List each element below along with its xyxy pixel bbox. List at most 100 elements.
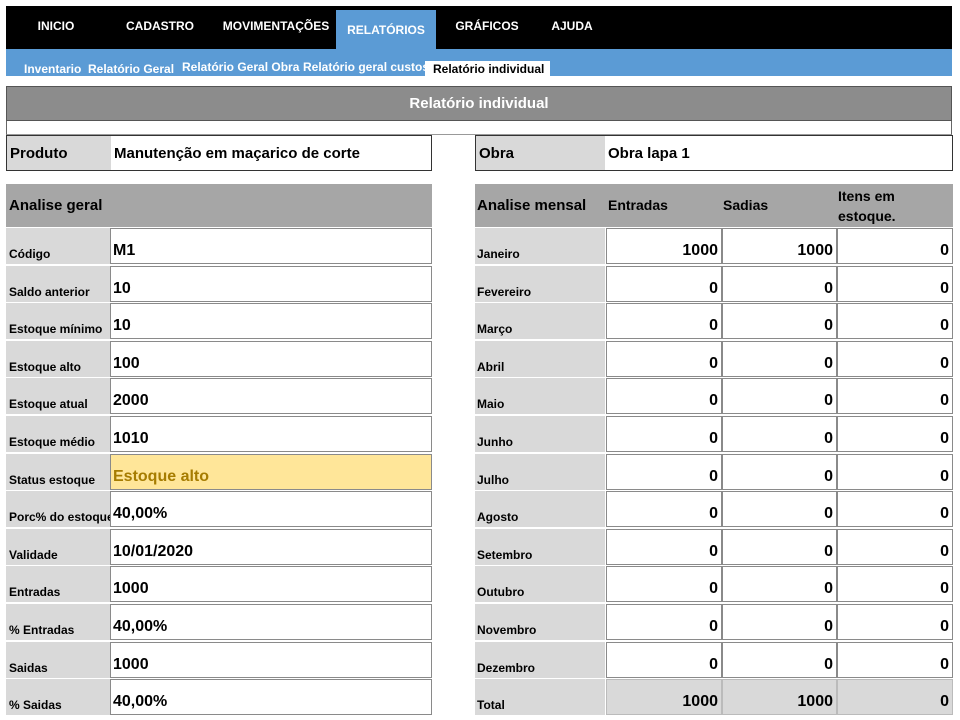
month-saidas-value[interactable]: 0 — [722, 266, 837, 302]
status-estoque-value[interactable]: Estoque alto — [110, 454, 432, 490]
month-saidas-value[interactable]: 0 — [722, 529, 837, 565]
sub-nav: Inventario Relatório Geral Relatório Ger… — [6, 49, 952, 80]
month-itens-value[interactable]: 0 — [837, 303, 953, 339]
geral-row-label: Estoque médio — [6, 416, 110, 452]
tab-relatorio-individual[interactable]: Relatório individual — [425, 61, 551, 80]
geral-row-label: Estoque mínimo — [6, 303, 110, 339]
month-entradas-value[interactable]: 0 — [606, 303, 722, 339]
nav-inicio[interactable]: INICIO — [28, 6, 84, 49]
month-label: Junho — [475, 416, 605, 452]
total-entradas-value: 1000 — [606, 679, 722, 715]
geral-row-label: Estoque alto — [6, 341, 110, 377]
month-entradas-value[interactable]: 0 — [606, 341, 722, 377]
title-divider — [6, 121, 952, 135]
tab-relatorio-geral-custos[interactable]: Relatório geral custos — [303, 60, 429, 74]
month-label: Janeiro — [475, 228, 605, 264]
geral-row-value[interactable]: 1010 — [110, 416, 432, 452]
month-label: Fevereiro — [475, 266, 605, 302]
geral-row-label: % Saidas — [6, 679, 110, 715]
nav-movimentacoes[interactable]: MOVIMENTAÇÕES — [216, 6, 336, 49]
produto-label: Produto — [7, 136, 111, 170]
month-entradas-value[interactable]: 0 — [606, 491, 722, 527]
month-itens-value[interactable]: 0 — [837, 454, 953, 490]
nav-relatorios[interactable]: RELATÓRIOS — [336, 10, 436, 53]
geral-row-value[interactable]: 40,00% — [110, 679, 432, 715]
obra-value[interactable]: Obra lapa 1 — [606, 136, 951, 170]
total-saidas-value: 1000 — [722, 679, 837, 715]
month-itens-value[interactable]: 0 — [837, 566, 953, 602]
month-label: Abril — [475, 341, 605, 377]
month-entradas-value[interactable]: 0 — [606, 604, 722, 640]
month-saidas-value[interactable]: 0 — [722, 341, 837, 377]
col-itens-header: Itens em estoque. — [838, 188, 896, 224]
month-label: Março — [475, 303, 605, 339]
geral-row-label: Saldo anterior — [6, 266, 110, 302]
geral-row-label: % Entradas — [6, 604, 110, 640]
page-title: Relatório individual — [6, 86, 952, 121]
col-entradas-header: Entradas — [608, 197, 668, 213]
month-itens-value[interactable]: 0 — [837, 529, 953, 565]
month-itens-value[interactable]: 0 — [837, 416, 953, 452]
obra-box: Obra Obra lapa 1 — [475, 135, 953, 171]
geral-row-label: Status estoque — [6, 454, 110, 490]
geral-row-label: Entradas — [6, 566, 110, 602]
tab-inventario[interactable]: Inventario — [24, 62, 81, 76]
geral-row-value[interactable]: 1000 — [110, 642, 432, 678]
geral-row-value[interactable]: 2000 — [110, 378, 432, 414]
month-entradas-value[interactable]: 0 — [606, 642, 722, 678]
month-label: Maio — [475, 378, 605, 414]
geral-row-label: Saidas — [6, 642, 110, 678]
month-entradas-value[interactable]: 1000 — [606, 228, 722, 264]
produto-value[interactable]: Manutenção em maçarico de corte — [112, 136, 430, 170]
geral-row-value[interactable]: M1 — [110, 228, 432, 264]
geral-row-value[interactable]: 100 — [110, 341, 432, 377]
geral-row-value[interactable]: 10 — [110, 266, 432, 302]
month-saidas-value[interactable]: 0 — [722, 604, 837, 640]
month-itens-value[interactable]: 0 — [837, 642, 953, 678]
month-saidas-value[interactable]: 0 — [722, 566, 837, 602]
tab-relatorio-geral[interactable]: Relatório Geral — [88, 62, 174, 76]
geral-row-label: Validade — [6, 529, 110, 565]
analise-geral-header: Analise geral — [6, 184, 432, 227]
nav-ajuda[interactable]: AJUDA — [546, 6, 598, 49]
month-saidas-value[interactable]: 0 — [722, 303, 837, 339]
month-entradas-value[interactable]: 0 — [606, 266, 722, 302]
geral-row-value[interactable]: 10 — [110, 303, 432, 339]
geral-row-value[interactable]: 1000 — [110, 566, 432, 602]
month-itens-value[interactable]: 0 — [837, 228, 953, 264]
month-itens-value[interactable]: 0 — [837, 378, 953, 414]
produto-box: Produto Manutenção em maçarico de corte — [6, 135, 432, 171]
geral-row-value[interactable]: 40,00% — [110, 491, 432, 527]
month-itens-value[interactable]: 0 — [837, 341, 953, 377]
total-label: Total — [475, 679, 605, 715]
month-itens-value[interactable]: 0 — [837, 266, 953, 302]
month-entradas-value[interactable]: 0 — [606, 416, 722, 452]
month-entradas-value[interactable]: 0 — [606, 566, 722, 602]
month-label: Agosto — [475, 491, 605, 527]
month-saidas-value[interactable]: 0 — [722, 454, 837, 490]
nav-graficos[interactable]: GRÁFICOS — [450, 6, 524, 49]
month-entradas-value[interactable]: 0 — [606, 454, 722, 490]
month-entradas-value[interactable]: 0 — [606, 378, 722, 414]
month-saidas-value[interactable]: 0 — [722, 491, 837, 527]
col-saidas-header: Sadias — [723, 197, 769, 213]
geral-row-label: Estoque atual — [6, 378, 110, 414]
month-saidas-value[interactable]: 0 — [722, 416, 837, 452]
month-itens-value[interactable]: 0 — [837, 491, 953, 527]
tab-relatorio-geral-obra[interactable]: Relatório Geral Obra — [182, 60, 299, 74]
nav-cadastro[interactable]: CADASTRO — [122, 6, 198, 49]
month-itens-value[interactable]: 0 — [837, 604, 953, 640]
geral-row-label: Porc% do estoque — [6, 491, 110, 527]
month-label: Dezembro — [475, 642, 605, 678]
month-saidas-value[interactable]: 1000 — [722, 228, 837, 264]
month-label: Novembro — [475, 604, 605, 640]
obra-label: Obra — [476, 136, 605, 170]
analise-mensal-header-row: Analise mensal Entradas Sadias Itens em … — [475, 184, 953, 227]
month-entradas-value[interactable]: 0 — [606, 529, 722, 565]
geral-row-value[interactable]: 10/01/2020 — [110, 529, 432, 565]
month-saidas-value[interactable]: 0 — [722, 378, 837, 414]
month-label: Outubro — [475, 566, 605, 602]
total-itens-value: 0 — [837, 679, 953, 715]
month-saidas-value[interactable]: 0 — [722, 642, 837, 678]
geral-row-value[interactable]: 40,00% — [110, 604, 432, 640]
